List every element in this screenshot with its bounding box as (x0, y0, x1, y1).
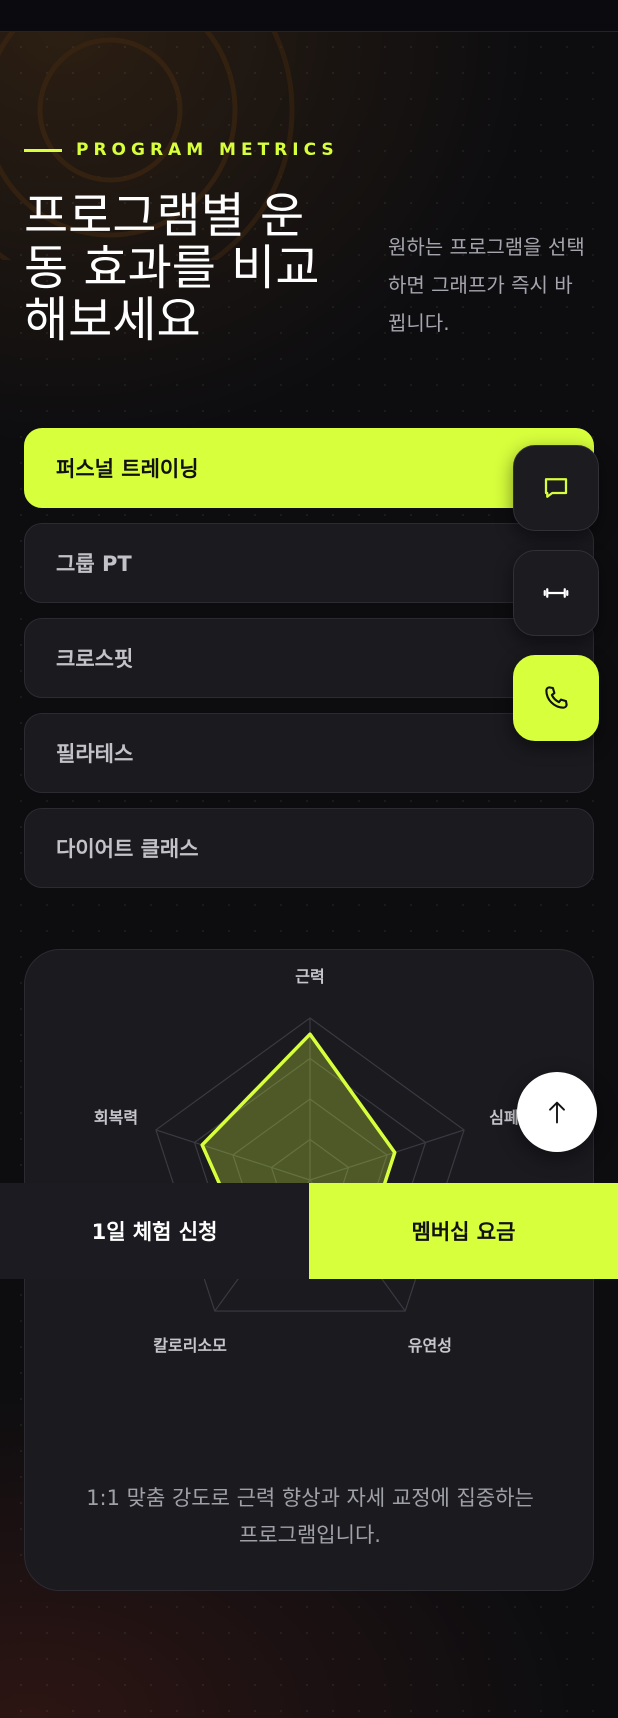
radar-axis-label: 근력 (295, 967, 324, 986)
membership-pricing-button[interactable]: 멤버십 요금 (309, 1183, 618, 1279)
program-tab-personal-training[interactable]: 퍼스널 트레이닝 (24, 428, 594, 508)
program-tab-label: 필라테스 (56, 742, 134, 766)
program-tab-label: 그룹 PT (56, 552, 132, 576)
program-tab-diet-class[interactable]: 다이어트 클래스 (24, 808, 594, 888)
bottom-cta-bar: 1일 체험 신청 멤버십 요금 (0, 1183, 618, 1279)
chat-bubble-icon (544, 478, 568, 498)
arrow-up-icon (549, 1101, 565, 1124)
page-description: 원하는 프로그램을 선택하면 그래프가 즉시 바뀝니다. (388, 235, 585, 335)
program-tab-crossfit[interactable]: 크로스핏 (24, 618, 594, 698)
chat-button[interactable] (513, 445, 599, 531)
program-tab-label: 다이어트 클래스 (56, 837, 199, 861)
top-bar (0, 0, 618, 32)
call-button[interactable] (513, 655, 599, 741)
eyebrow-line (24, 148, 62, 152)
program-tab-label: 크로스핏 (56, 647, 134, 671)
phone-icon (545, 686, 568, 709)
page-title: 프로그램별 운동 효과를 비교해보세요 (24, 188, 320, 348)
section-eyebrow: PROGRAM METRICS (24, 140, 339, 160)
program-tab-pilates[interactable]: 필라테스 (24, 713, 594, 793)
program-tab-label: 퍼스널 트레이닝 (56, 457, 199, 481)
dumbbell-icon (543, 588, 569, 598)
back-to-top-button[interactable] (517, 1072, 597, 1152)
radar-axis-label: 유연성 (408, 1336, 452, 1355)
eyebrow-text: PROGRAM METRICS (76, 140, 339, 160)
radar-axis-label: 회복력 (94, 1108, 138, 1127)
program-caption: 1:1 맞춤 강도로 근력 향상과 자세 교정에 집중하는 프로그램입니다. (86, 1486, 534, 1547)
workout-button[interactable] (513, 550, 599, 636)
radar-axis-label: 칼로리소모 (153, 1336, 227, 1355)
trial-signup-button[interactable]: 1일 체험 신청 (0, 1183, 309, 1279)
radar-axis-label: 심폐 (489, 1108, 518, 1127)
program-tab-group-pt[interactable]: 그룹 PT (24, 523, 594, 603)
